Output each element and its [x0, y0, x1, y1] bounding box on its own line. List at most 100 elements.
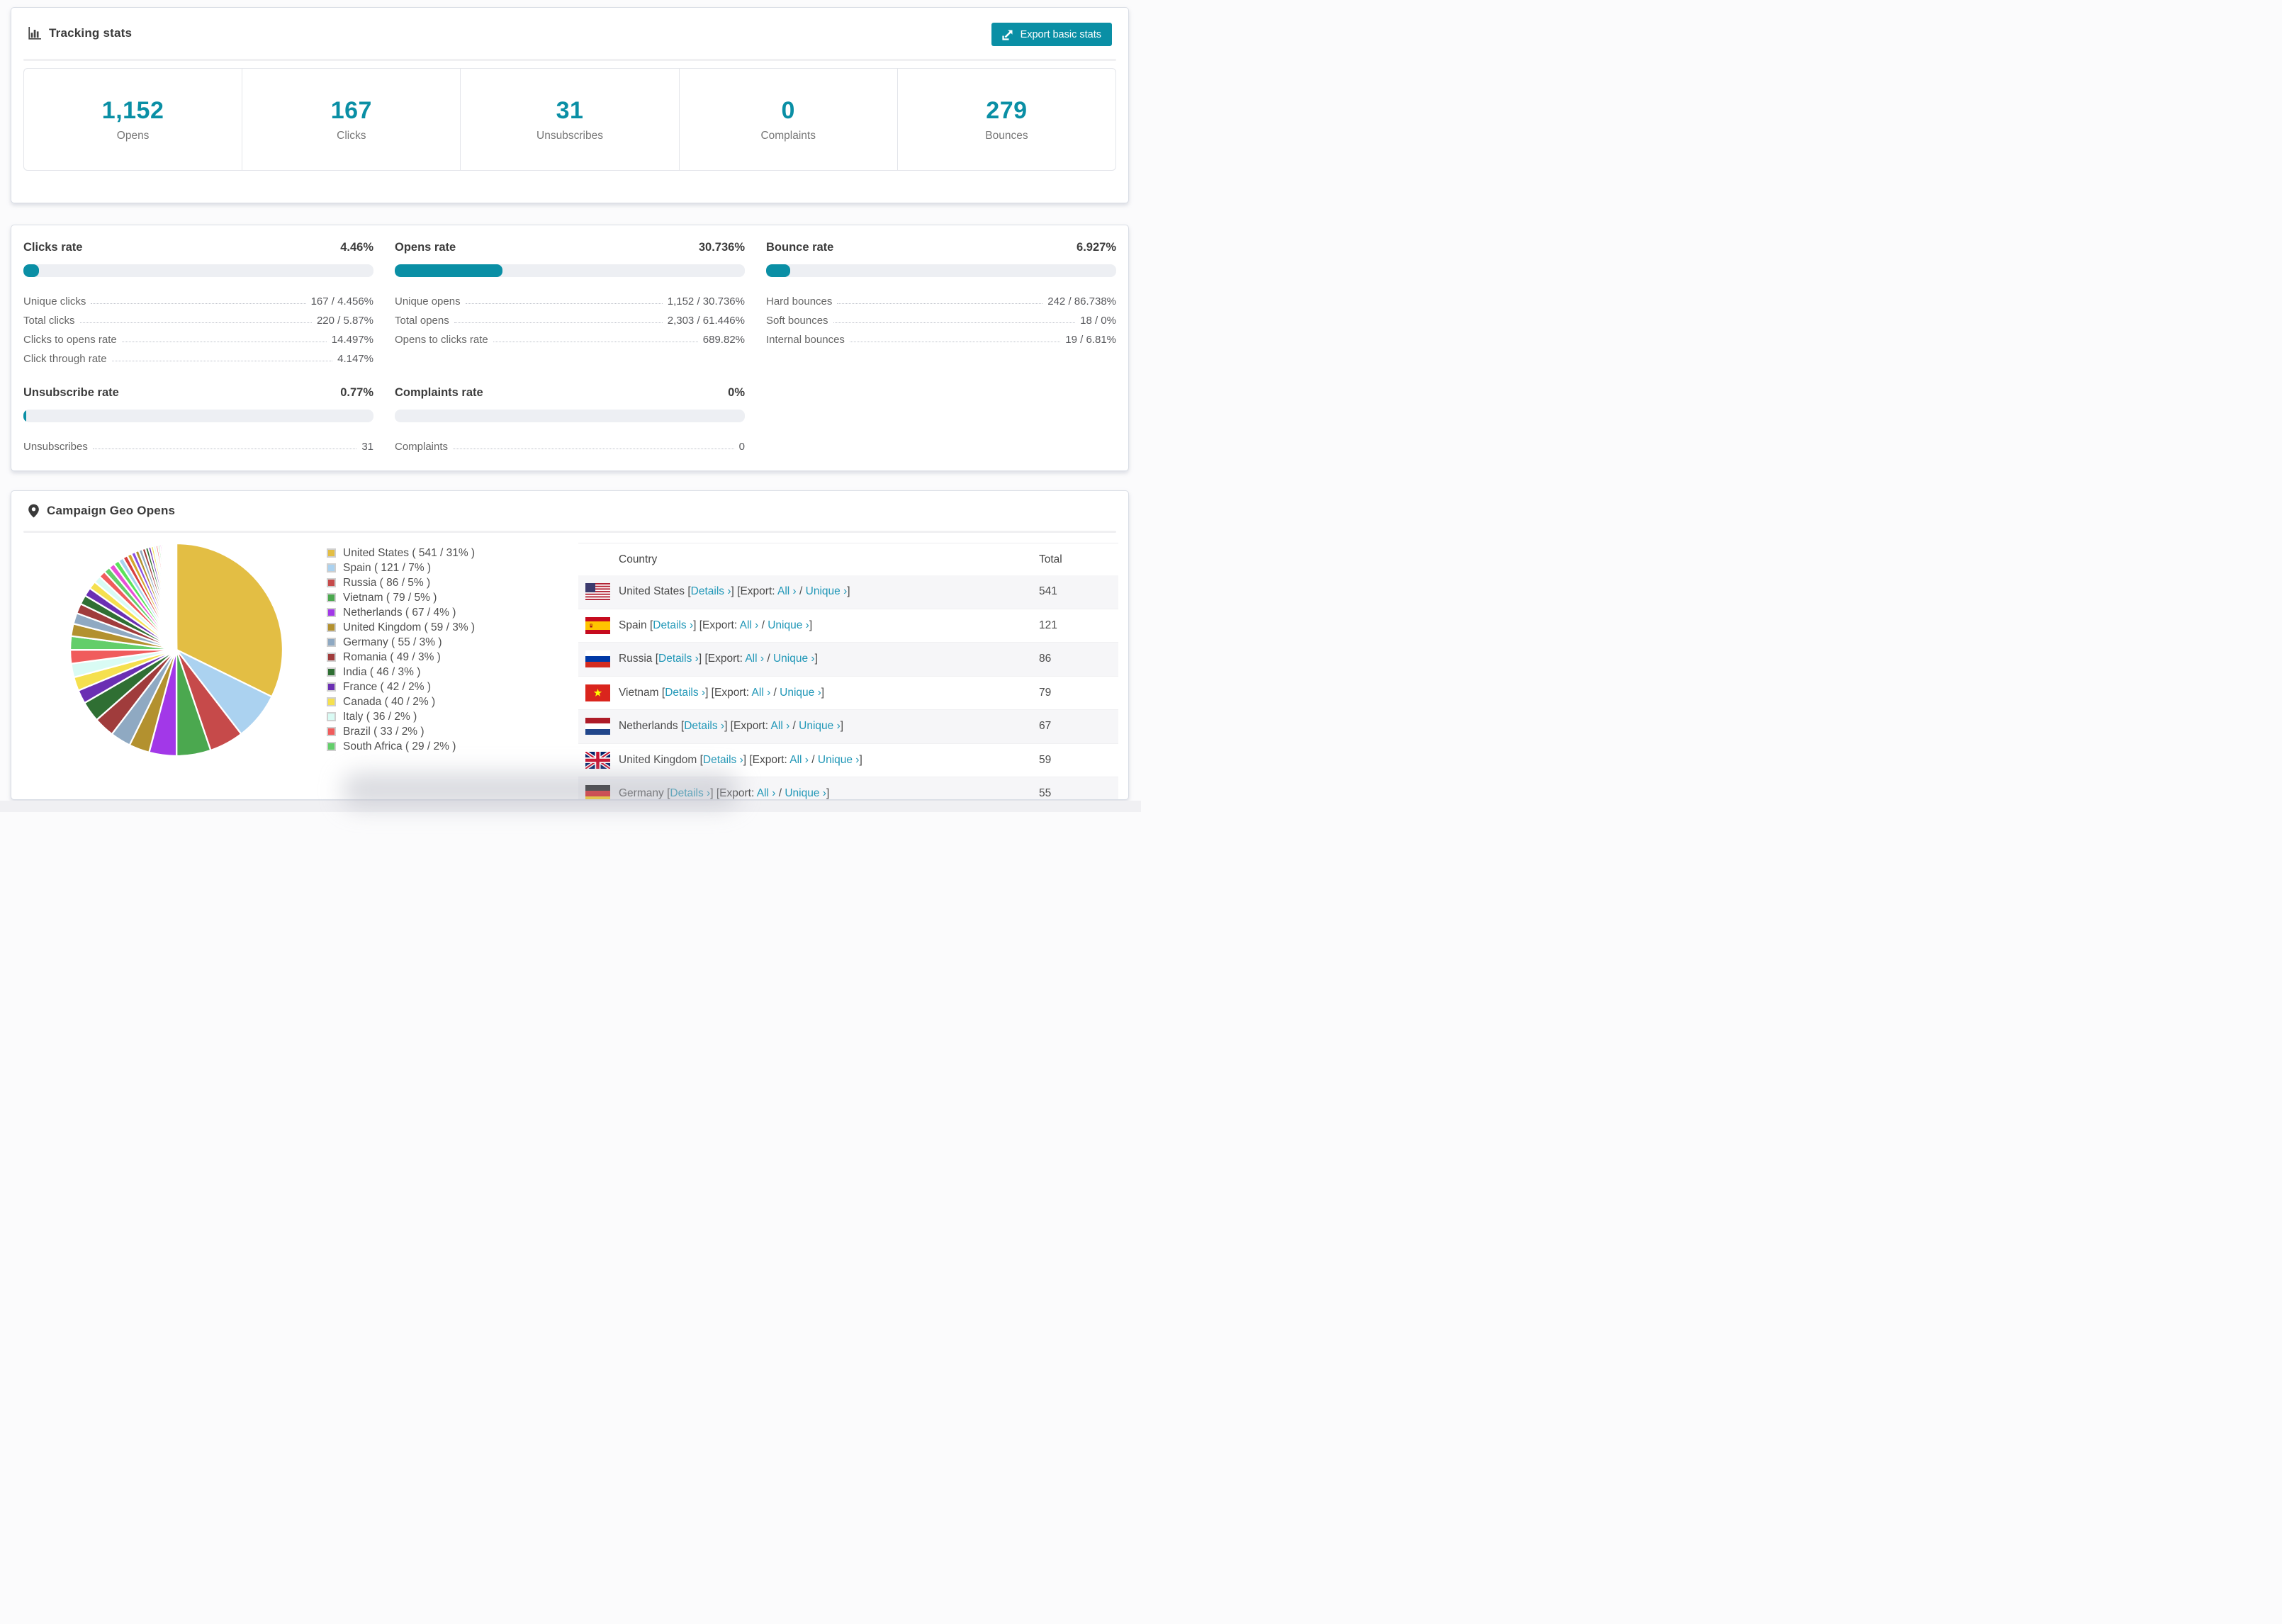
legend-item-germany: Germany ( 55 / 3% ): [327, 635, 571, 650]
bracket-text: ]: [840, 720, 844, 733]
geo-details-link-russia[interactable]: Details ›: [658, 653, 699, 665]
geo-export-all-link-united-states[interactable]: All ›: [777, 585, 797, 597]
country-cell: Vietnam [Details ›] [Export: All › / Uni…: [619, 687, 1039, 699]
legend-item-canada: Canada ( 40 / 2% ): [327, 694, 571, 709]
legend-label: United States ( 541 / 31% ): [343, 546, 476, 559]
detail-label: Unsubscribes: [23, 441, 88, 453]
table-row-united-states: United States [Details ›] [Export: All ›…: [578, 575, 1118, 609]
rate-value: 0%: [728, 386, 745, 399]
dotted-leader: [837, 303, 1043, 304]
rate-block-unsubscribe-rate: Unsubscribe rate 0.77% Unsubscribes 31: [23, 386, 373, 453]
geo-export-all-link-russia[interactable]: All ›: [745, 653, 764, 665]
geo-export-all-link-united-kingdom[interactable]: All ›: [789, 754, 809, 766]
geo-export-all-link-germany[interactable]: All ›: [757, 787, 776, 799]
united-kingdom-flag-icon: [585, 751, 610, 769]
tracking-stats-title: Tracking stats: [28, 26, 132, 40]
geo-export-all-link-vietnam[interactable]: All ›: [752, 687, 771, 699]
detail-value: 2,303 / 61.446%: [667, 315, 745, 327]
geo-header: Campaign Geo Opens: [11, 491, 1128, 531]
total-cell: 79: [1039, 686, 1052, 699]
geo-details-link-spain[interactable]: Details ›: [653, 619, 693, 631]
legend-swatch: [327, 608, 336, 617]
export-basic-stats-button[interactable]: Export basic stats: [991, 23, 1112, 46]
rate-title: Clicks rate: [23, 241, 83, 254]
country-name: United Kingdom: [619, 753, 700, 766]
geo-details-link-netherlands[interactable]: Details ›: [684, 720, 724, 732]
vietnam-flag-icon: [585, 684, 610, 701]
geo-export-unique-link-russia[interactable]: Unique ›: [773, 653, 815, 665]
bracket-text: ] [Export:: [698, 653, 746, 665]
geo-title-text: Campaign Geo Opens: [47, 504, 176, 517]
detail-label: Total clicks: [23, 315, 75, 327]
legend-label: India ( 46 / 3% ): [343, 665, 421, 678]
table-row-russia: Russia [Details ›] [Export: All › / Uniq…: [578, 643, 1118, 677]
legend-label: Russia ( 86 / 5% ): [343, 576, 431, 589]
geo-export-unique-link-germany[interactable]: Unique ›: [785, 787, 826, 799]
russia-flag-icon: [585, 650, 610, 668]
geo-details-link-vietnam[interactable]: Details ›: [665, 687, 705, 699]
geo-export-unique-link-spain[interactable]: Unique ›: [768, 619, 809, 631]
detail-value: 220 / 5.87%: [316, 315, 373, 327]
country-cell: United Kingdom [Details ›] [Export: All …: [619, 754, 1039, 767]
legend-swatch: [327, 638, 336, 647]
bracket-text: ] [Export:: [743, 753, 790, 766]
legend-label: Italy ( 36 / 2% ): [343, 710, 417, 723]
geo-pie-chart[interactable]: [69, 542, 284, 757]
geo-details-link-germany[interactable]: Details ›: [670, 787, 710, 799]
geo-details-link-united-kingdom[interactable]: Details ›: [703, 754, 743, 766]
total-cell: 59: [1039, 753, 1052, 766]
column-header-total: Total: [1039, 553, 1062, 565]
rate-detail-row: Total clicks 220 / 5.87%: [23, 308, 373, 327]
detail-value: 19 / 6.81%: [1065, 334, 1116, 346]
rate-title: Unsubscribe rate: [23, 386, 119, 399]
detail-label: Soft bounces: [766, 315, 828, 327]
country-cell: United States [Details ›] [Export: All ›…: [619, 585, 1039, 598]
rate-progress-fill: [395, 264, 502, 277]
summary-label: Complaints: [760, 129, 816, 142]
table-row-spain: Spain [Details ›] [Export: All › / Uniqu…: [578, 609, 1118, 643]
geo-export-all-link-spain[interactable]: All ›: [740, 619, 759, 631]
legend-label: South Africa ( 29 / 2% ): [343, 740, 456, 752]
geo-export-unique-link-united-kingdom[interactable]: Unique ›: [818, 754, 860, 766]
dotted-leader: [454, 322, 663, 323]
rate-block-bounce-rate: Bounce rate 6.927% Hard bounces 242 / 86.73…: [766, 241, 1116, 365]
rate-progress-bar: [395, 264, 745, 277]
detail-value: 14.497%: [331, 334, 373, 346]
detail-label: Complaints: [395, 441, 449, 453]
total-cell: 55: [1039, 787, 1052, 800]
legend-item-brazil: Brazil ( 33 / 2% ): [327, 724, 571, 739]
geo-header-divider: [23, 531, 1116, 533]
table-row-germany: Germany [Details ›] [Export: All › / Uni…: [578, 777, 1118, 800]
geo-export-unique-link-vietnam[interactable]: Unique ›: [780, 687, 821, 699]
rate-detail-row: Unsubscribes 31: [23, 434, 373, 453]
geo-table-body: United States [Details ›] [Export: All ›…: [578, 575, 1118, 800]
bracket-text: /: [796, 585, 806, 598]
geo-details-link-united-states[interactable]: Details ›: [691, 585, 731, 597]
detail-value: 1,152 / 30.736%: [667, 295, 745, 308]
rate-progress-bar: [395, 410, 745, 422]
legend-item-netherlands: Netherlands ( 67 / 4% ): [327, 605, 571, 620]
total-cell: 541: [1039, 585, 1057, 598]
bracket-text: ] [Export:: [731, 585, 778, 598]
rate-block-opens-rate: Opens rate 30.736% Unique opens 1,152 / 30.…: [395, 241, 745, 365]
geo-export-unique-link-netherlands[interactable]: Unique ›: [799, 720, 841, 732]
country-name: Netherlands: [619, 720, 681, 733]
country-name: Germany: [619, 787, 668, 800]
detail-value: 4.147%: [337, 353, 373, 365]
legend-label: Netherlands ( 67 / 4% ): [343, 606, 456, 619]
rate-progress-fill: [23, 264, 40, 277]
total-cell: 67: [1039, 720, 1052, 733]
detail-label: Hard bounces: [766, 295, 833, 308]
country-name: Vietnam: [619, 686, 662, 699]
summary-strip: 1,152 Opens 167 Clicks 31 Unsubscribes 0 Compla…: [23, 68, 1116, 171]
geo-export-all-link-netherlands[interactable]: All ›: [771, 720, 790, 732]
legend-item-vietnam: Vietnam ( 79 / 5% ): [327, 590, 571, 605]
export-button-label: Export basic stats: [1020, 28, 1101, 40]
country-name: United States: [619, 585, 688, 598]
rate-detail-row: Click through rate 4.147%: [23, 346, 373, 365]
united-states-flag-icon: [585, 583, 610, 601]
legend-swatch: [327, 712, 336, 721]
total-cell: 86: [1039, 653, 1052, 665]
geo-export-unique-link-united-states[interactable]: Unique ›: [806, 585, 848, 597]
legend-item-romania: Romania ( 49 / 3% ): [327, 650, 571, 665]
